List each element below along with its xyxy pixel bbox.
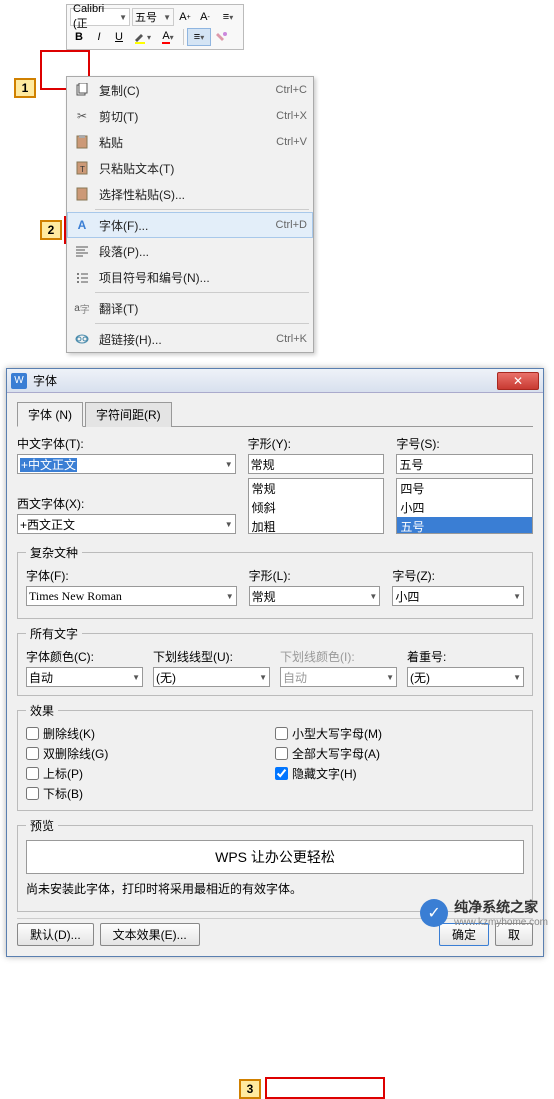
complex-size-combo[interactable]: 小四▼ [392,586,524,606]
smallcaps-checkbox[interactable]: 小型大写字母(M) [275,725,524,742]
annotation-1: 1 [14,78,36,98]
decrease-font-button[interactable]: A- [196,8,214,26]
double-strike-checkbox[interactable]: 双删除线(G) [26,745,275,762]
translate-icon: a字 [73,299,91,317]
emphasis-combo[interactable]: (无)▼ [407,667,524,687]
underline-color-label: 下划线颜色(I): [280,648,397,665]
menu-font[interactable]: A 字体(F)...Ctrl+D [67,212,313,238]
cn-font-combo[interactable]: +中文正文▼ [17,454,236,474]
allcaps-checkbox[interactable]: 全部大写字母(A) [275,745,524,762]
west-font-combo[interactable]: +西文正文▼ [17,514,236,534]
paste-special-icon [73,185,91,203]
font-name-dropdown[interactable]: Calibri (正▼ [70,8,130,26]
menu-paste-special[interactable]: 选择性粘贴(S)... [67,181,313,207]
dialog-titlebar: W 字体 ✕ [7,369,543,393]
all-text-fieldset: 所有文字 字体颜色(C): 自动▼ 下划线线型(U): (无)▼ 下划线颜色(I… [17,625,533,696]
note-text: 尚未安装此字体，打印时将采用最相近的有效字体。 [26,880,524,897]
strike-checkbox[interactable]: 删除线(K) [26,725,275,742]
effects-fieldset: 效果 删除线(K) 双删除线(G) 上标(P) 下标(B) 小型大写字母(M) … [17,702,533,811]
tab-spacing[interactable]: 字符间距(R) [85,402,172,427]
watermark-logo-icon: ✓ [420,899,448,927]
svg-text:T: T [80,165,85,174]
annotation-3: 3 [239,1079,261,1099]
menu-paste-text[interactable]: T 只粘贴文本(T) [67,155,313,181]
bullets-icon [73,268,91,286]
align-button[interactable]: ≡▾ [187,28,211,46]
link-icon [73,330,91,348]
format-painter-button[interactable] [213,28,231,46]
formatting-toolbar: Calibri (正▼ 五号▼ A+ A- ≡▾ B I U ▾ A▾ ≡▾ [66,4,244,50]
style-combo[interactable]: 常规 [248,454,385,474]
menu-paste[interactable]: 粘贴Ctrl+V [67,129,313,155]
font-color-label: 字体颜色(C): [26,648,143,665]
hidden-text-checkbox[interactable]: 隐藏文字(H) [275,765,524,782]
complex-style-combo[interactable]: 常规▼ [249,586,381,606]
copy-icon [73,81,91,99]
watermark: ✓ 纯净系统之家 www.kzmyhome.com [420,897,548,928]
font-dialog: W 字体 ✕ 字体 (N) 字符间距(R) 中文字体(T): +中文正文▼ 字形… [6,368,544,957]
west-font-label: 西文字体(X): [17,495,236,512]
underline-button[interactable]: U [110,28,128,46]
preview-box: WPS 让办公更轻松 [26,840,524,874]
context-menu: 复制(C)Ctrl+C ✂ 剪切(T)Ctrl+X 粘贴Ctrl+V T 只粘贴… [66,76,314,353]
bold-button[interactable]: B [70,28,88,46]
underline-color-combo: 自动▼ [280,667,397,687]
menu-hyperlink[interactable]: 超链接(H)...Ctrl+K [67,326,313,352]
menu-copy[interactable]: 复制(C)Ctrl+C [67,77,313,103]
complex-font-combo[interactable]: Times New Roman▼ [26,586,237,606]
scissors-icon: ✂ [73,107,91,125]
tab-font[interactable]: 字体 (N) [17,402,83,427]
complex-style-label: 字形(L): [249,567,381,584]
font-color-button[interactable]: A▾ [156,28,180,46]
menu-bullets[interactable]: 项目符号和编号(N)... [67,264,313,290]
size-listbox[interactable]: 四号 小四 五号 [396,478,533,534]
line-spacing-button[interactable]: ≡▾ [216,8,240,26]
text-effect-button[interactable]: 文本效果(E)... [100,923,200,946]
close-button[interactable]: ✕ [497,372,539,390]
style-listbox[interactable]: 常规 倾斜 加粗 [248,478,385,534]
annotation-2: 2 [40,220,62,240]
complex-fieldset: 复杂文种 字体(F): Times New Roman▼ 字形(L): 常规▼ … [17,544,533,619]
menu-cut[interactable]: ✂ 剪切(T)Ctrl+X [67,103,313,129]
paste-text-icon: T [73,159,91,177]
subscript-checkbox[interactable]: 下标(B) [26,785,275,802]
underline-combo[interactable]: (无)▼ [153,667,270,687]
emphasis-label: 着重号: [407,648,524,665]
style-label: 字形(Y): [248,435,385,452]
app-icon: W [11,373,27,389]
italic-button[interactable]: I [90,28,108,46]
menu-translate[interactable]: a字 翻译(T) [67,295,313,321]
default-button[interactable]: 默认(D)... [17,923,94,946]
increase-font-button[interactable]: A+ [176,8,194,26]
underline-label: 下划线线型(U): [153,648,270,665]
complex-font-label: 字体(F): [26,567,237,584]
font-icon: A [73,216,91,234]
font-color-combo[interactable]: 自动▼ [26,667,143,687]
menu-paragraph[interactable]: 段落(P)... [67,238,313,264]
highlight-color-button[interactable]: ▾ [130,28,154,46]
paragraph-icon [73,242,91,260]
font-size-dropdown[interactable]: 五号▼ [132,8,174,26]
size-combo[interactable]: 五号 [396,454,533,474]
size-label: 字号(S): [396,435,533,452]
dialog-title: 字体 [33,372,497,389]
clipboard-icon [73,133,91,151]
cn-font-label: 中文字体(T): [17,435,236,452]
complex-size-label: 字号(Z): [392,567,524,584]
superscript-checkbox[interactable]: 上标(P) [26,765,275,782]
